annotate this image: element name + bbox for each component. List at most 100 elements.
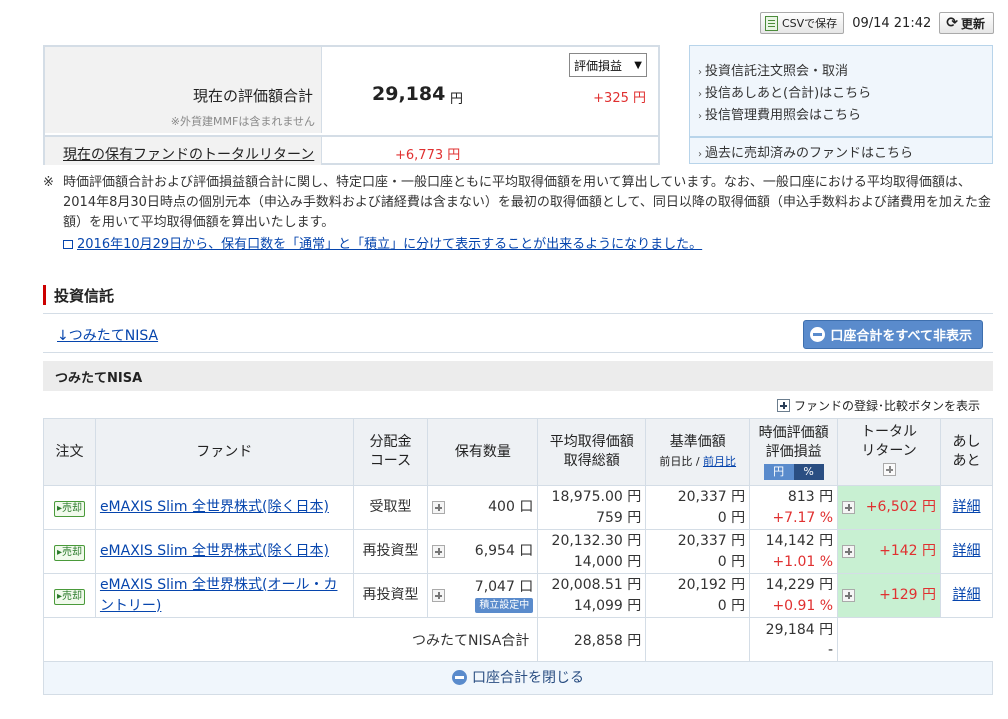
- total-return-label-cell: 現在の保有ファンドのトータルリターン: [45, 137, 322, 165]
- base-diff-value: 0 円: [717, 597, 746, 614]
- col-ret-line1: トータル: [861, 423, 918, 440]
- account-total-row: つみたてNISA合計 28,858 円 29,184 円 -: [42, 617, 993, 662]
- table-row: ▸売却 eMAXIS Slim 全世界株式(除く日本) 受取型 400 口 18…: [43, 485, 993, 530]
- qty-value: 400 口: [488, 499, 534, 515]
- eval-value: 14,142 円: [765, 532, 834, 549]
- summary-label-cell: 現在の評価額合計 ※外貨建MMFは含まれません: [45, 47, 322, 133]
- table-row: ▸売却 eMAXIS Slim 全世界株式(除く日本) 再投資型 6,954 口…: [43, 529, 993, 574]
- show-compare-buttons-toggle[interactable]: ファンドの登録･比較ボタンを表示: [776, 397, 980, 414]
- account-nav-bar: ↓つみたてNISA 口座合計をすべて非表示: [43, 313, 993, 353]
- detail-link[interactable]: 詳細: [953, 499, 981, 515]
- base-price-value: 20,337 円: [677, 532, 746, 549]
- table-row: ▸売却 eMAXIS Slim 全世界株式(オール・カントリー) 再投資型 7,…: [43, 573, 993, 618]
- order-cell: ▸売却: [43, 485, 96, 530]
- valuation-summary: 現在の評価額合計 ※外貨建MMFは含まれません 29,184 円 評価損益 ▼ …: [43, 45, 660, 165]
- last-updated-time: 09/14 21:42: [852, 15, 932, 31]
- total-pl-value: +325 円: [593, 91, 646, 106]
- sell-button[interactable]: ▸売却: [53, 501, 85, 517]
- holding-split-link[interactable]: 2016年10月29日から、保有口数を「通常」と「積立」に分けて表示することが出…: [77, 237, 702, 252]
- external-link-icon: [63, 240, 73, 249]
- eval-pl-value: +0.91 %: [772, 597, 834, 614]
- total-cost-cell: 28,858 円: [537, 617, 647, 662]
- csv-save-label: CSVで保存: [781, 17, 838, 30]
- minus-circle-icon: [810, 327, 826, 342]
- col-fund: ファンド: [94, 418, 354, 486]
- arrow-right-icon: ›: [698, 89, 702, 100]
- csv-save-button[interactable]: CSVで保存: [759, 12, 845, 34]
- eval-cell: 14,142 円 +1.01 %: [749, 529, 839, 574]
- fund-name-link[interactable]: eMAXIS Slim 全世界株式(オール・カントリー): [100, 577, 338, 614]
- total-valuation-unit: 円: [450, 92, 464, 107]
- qty-cell: 6,954 口: [427, 529, 539, 574]
- sell-label: 売却: [61, 503, 82, 514]
- fund-cell: eMAXIS Slim 全世界株式(除く日本): [94, 529, 354, 574]
- expand-plus-icon[interactable]: [882, 462, 896, 476]
- detail-link[interactable]: 詳細: [953, 587, 981, 603]
- arrow-right-icon: ›: [698, 111, 702, 122]
- expand-plus-icon[interactable]: [432, 501, 446, 514]
- order-inquiry-link[interactable]: › 投資信託注文照会・取消: [698, 60, 848, 79]
- col-dist-line2: コース: [369, 453, 412, 469]
- col-ashi-line2: あと: [952, 453, 981, 469]
- qty-cell: 7,047 口積立設定中: [427, 573, 539, 618]
- return-value: +129 円: [879, 587, 936, 603]
- pl-mode-select[interactable]: 評価損益 ▼: [569, 53, 647, 77]
- detail-link[interactable]: 詳細: [953, 543, 981, 559]
- expand-plus-icon[interactable]: [842, 501, 856, 514]
- sell-button[interactable]: ▸売却: [53, 589, 85, 605]
- col-base-line1: 基準価額: [669, 434, 726, 450]
- footprint-link[interactable]: › 投信あしあと(合計)はこちら: [698, 82, 871, 101]
- expand-plus-icon[interactable]: [432, 545, 446, 558]
- hide-all-totals-button[interactable]: 口座合計をすべて非表示: [803, 320, 983, 349]
- expand-plus-icon[interactable]: [842, 545, 856, 558]
- sell-button[interactable]: ▸売却: [53, 545, 85, 561]
- sold-funds-link[interactable]: › 過去に売却済みのファンドはこちら: [689, 137, 993, 164]
- total-eval-value: 29,184 円: [765, 621, 834, 638]
- total-cost-value: 14,000 円: [573, 553, 642, 570]
- eval-cell: 14,229 円 +0.91 %: [749, 573, 839, 618]
- pl-unit-pct-tab[interactable]: %: [793, 463, 824, 480]
- pl-unit-yen-tab[interactable]: 円: [763, 463, 794, 480]
- total-empty-cell: [645, 617, 751, 662]
- detail-cell: 詳細: [940, 485, 993, 530]
- prev-month-diff-link[interactable]: 前月比: [703, 455, 736, 468]
- total-label-cell: つみたてNISA合計: [42, 617, 539, 662]
- close-account-total-label: 口座合計を閉じる: [472, 670, 584, 687]
- footprint-label: 投信あしあと(合計)はこちら: [705, 86, 872, 101]
- total-blank-cell: [838, 618, 993, 662]
- total-return-link[interactable]: 現在の保有ファンドのトータルリターン: [63, 144, 314, 164]
- detail-cell: 詳細: [940, 573, 993, 618]
- chevron-down-icon: ▼: [634, 59, 642, 71]
- total-valuation-label: 現在の評価額合計: [192, 87, 313, 105]
- qty-value: 6,954 口: [474, 543, 534, 559]
- col-ret-line2: リターン: [861, 442, 917, 459]
- col-dist-course: 分配金 コース: [352, 418, 429, 486]
- total-cost-value: 14,099 円: [573, 597, 642, 614]
- management-fee-link[interactable]: › 投信管理費用照会はこちら: [698, 104, 861, 123]
- course-cell: 再投資型: [352, 573, 429, 618]
- course-cell: 受取型: [352, 485, 429, 530]
- fund-name-link[interactable]: eMAXIS Slim 全世界株式(除く日本): [100, 499, 329, 515]
- fund-name-link[interactable]: eMAXIS Slim 全世界株式(除く日本): [100, 543, 329, 559]
- expand-plus-icon[interactable]: [432, 589, 446, 602]
- pl-mode-select-value: 評価損益: [574, 58, 623, 73]
- order-inquiry-label: 投資信託注文照会・取消: [705, 64, 849, 79]
- holding-split-notice[interactable]: 2016年10月29日から、保有口数を「通常」と「積立」に分けて表示することが出…: [63, 233, 702, 252]
- tsumitate-nisa-anchor-link[interactable]: ↓つみたてNISA: [57, 325, 158, 345]
- col-dist-line1: 分配金: [369, 434, 412, 450]
- col-eval-line1: 時価評価額: [758, 424, 829, 441]
- col-ashi-line1: あし: [952, 434, 981, 450]
- note-mark: ※: [43, 175, 54, 190]
- show-compare-buttons-label: ファンドの登録･比較ボタンを表示: [793, 399, 980, 413]
- sold-funds-label: 過去に売却済みのファンドはこちら: [705, 146, 914, 161]
- refresh-button[interactable]: ⟳ 更新: [939, 12, 994, 34]
- qty-cell: 400 口: [427, 485, 539, 530]
- eval-value: 14,229 円: [765, 576, 834, 593]
- col-avg-line1: 平均取得価額: [549, 434, 634, 450]
- close-account-total-button[interactable]: 口座合計を閉じる: [452, 667, 584, 687]
- order-cell: ▸売却: [43, 573, 96, 618]
- col-order: 注文: [43, 418, 96, 486]
- note-text: 時価評価額合計および評価損益額合計に関し、特定口座・一般口座ともに平均取得価額を…: [63, 175, 991, 230]
- expand-plus-icon[interactable]: [842, 589, 856, 602]
- col-footprint: あし あと: [940, 418, 993, 486]
